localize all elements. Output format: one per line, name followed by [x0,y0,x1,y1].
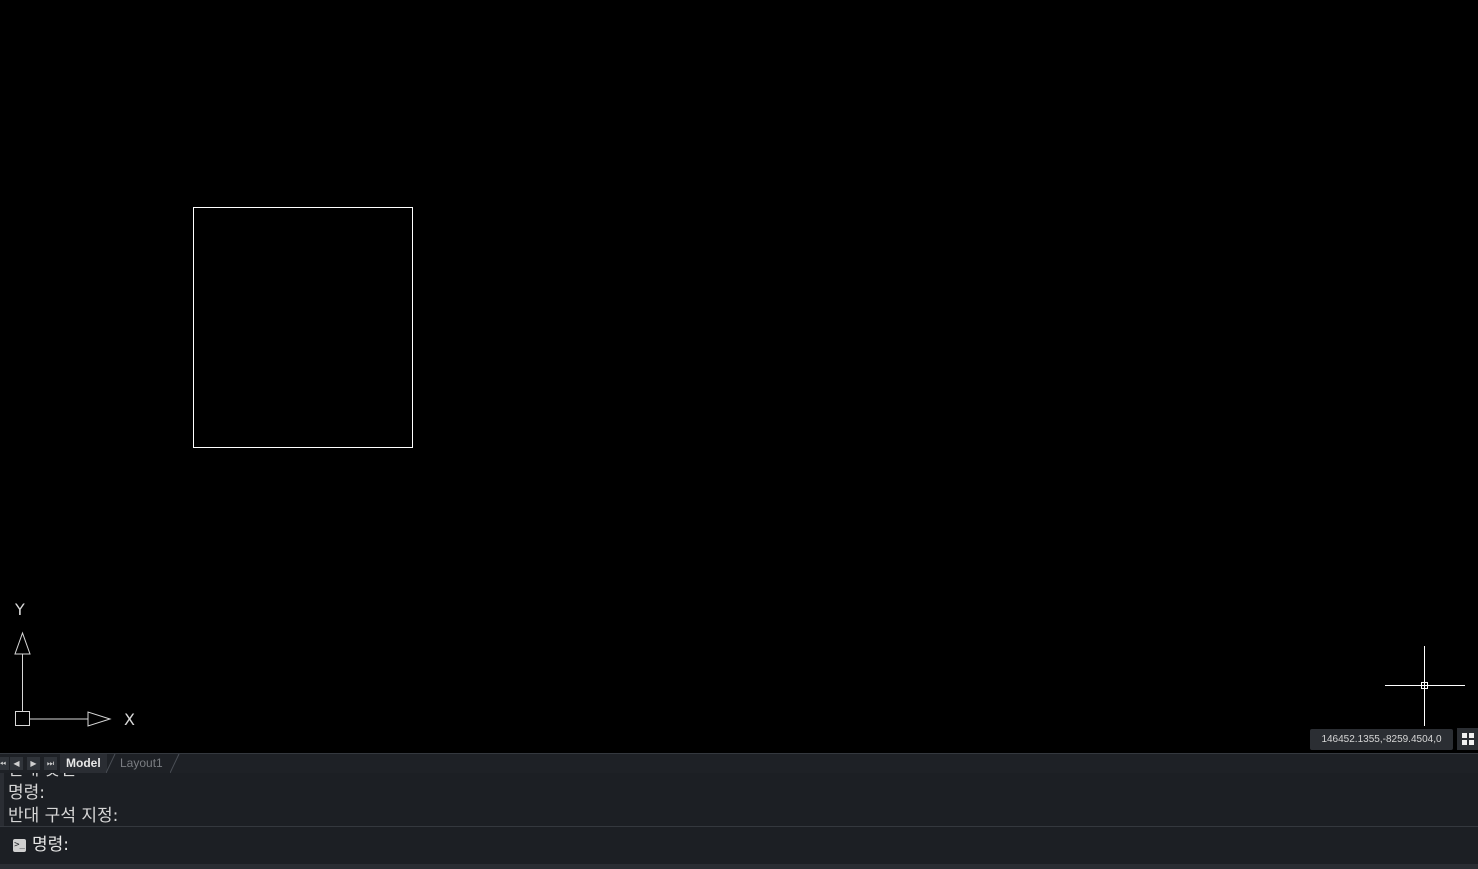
tab-model[interactable]: Model [60,754,107,773]
ucs-x-arrow [87,711,112,727]
ucs-y-label: Y [15,600,25,619]
ucs-x-label: X [124,710,135,729]
first-tab-icon: ⏮ [0,759,7,768]
next-tab-icon: ▶ [30,759,37,768]
next-tab-button[interactable]: ▶ [27,757,40,770]
command-input[interactable] [85,835,1469,859]
command-line: >_ 명령: [0,826,1478,865]
tab-divider [170,754,180,773]
tab-layout1[interactable]: Layout1 [114,754,169,773]
coordinate-readout: 146452.1355,-8259.4504,0 [1310,729,1453,750]
ucs-origin-box [15,711,30,726]
layout-tab-bar: ⏮ ◀ ▶ ⏭ Model Layout1 [0,753,1478,774]
crosshair-cursor [1385,646,1465,726]
command-history: 반대 옷션 명령: 반대 구석 지정: [0,773,1478,826]
prev-tab-icon: ◀ [13,759,20,768]
ucs-y-arrow [14,631,31,655]
drawing-canvas[interactable]: Y X 146452.1355,-8259.4504,0 [0,0,1478,753]
autocad-app-window: Y X 146452.1355,-8259.4504,0 ⏮ ◀ ▶ ⏭ Mod… [0,0,1478,869]
command-prompt-icon[interactable]: >_ [13,839,26,852]
last-tab-button[interactable]: ⏭ [44,757,57,770]
history-line: 반대 옷션 [8,773,118,782]
bottom-border [0,864,1478,869]
history-line: 반대 구석 지정: [8,806,119,826]
rectangle-entity[interactable] [193,207,413,448]
command-prompt-label: 명령: [32,835,70,855]
last-tab-icon: ⏭ [46,759,55,768]
ucs-icon [14,631,112,727]
history-line: 명령: [8,783,46,803]
canvas-svg [14,207,1465,727]
first-tab-button[interactable]: ⏮ [0,757,9,770]
prev-tab-button[interactable]: ◀ [10,757,23,770]
view-grid-button[interactable] [1457,728,1478,750]
